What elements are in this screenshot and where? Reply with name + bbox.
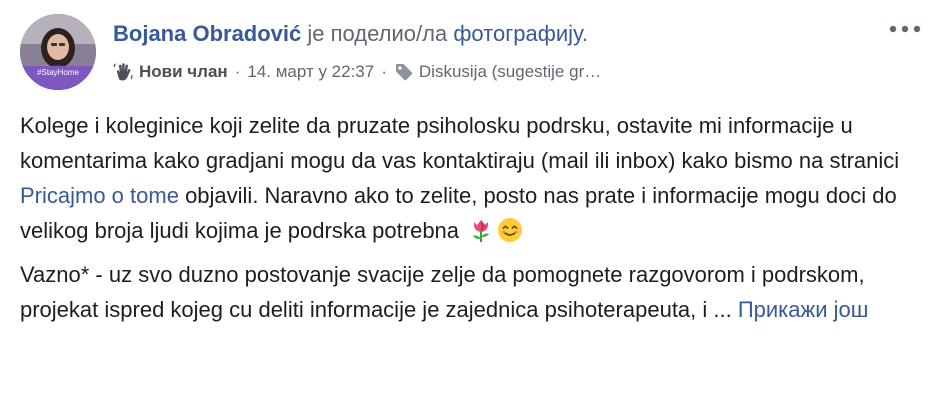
more-horizontal-icon[interactable] — [888, 22, 922, 36]
post-meta: Нови члан · 14. март у 22:37 · Diskusija… — [113, 60, 601, 84]
header-period: . — [581, 21, 588, 46]
post-body: Kolege i koleginice koji zelite da pruza… — [20, 108, 925, 336]
post-timestamp[interactable]: 14. март у 22:37 — [247, 60, 374, 84]
page-mention-link[interactable]: Pricajmo o tome — [20, 183, 179, 208]
post-paragraph-1: Kolege i koleginice koji zelite da pruza… — [20, 108, 925, 248]
post-topic-link[interactable]: Diskusija (sugestije gr… — [419, 60, 601, 84]
meta-separator: · — [234, 62, 241, 81]
post-paragraph-2: Vazno* - uz svo duzno postovanje svacije… — [20, 257, 925, 327]
post-action-text: је поделио/ла — [307, 21, 448, 46]
paragraph-1-text: Kolege i koleginice koji zelite da pruza… — [20, 113, 900, 173]
author-name-link[interactable]: Bojana Obradović — [113, 21, 301, 46]
feed-post: #StayHome Bojana Obradović је поделио/ла… — [0, 0, 940, 414]
waving-hand-icon — [113, 63, 133, 81]
tulip-emoji — [473, 220, 490, 242]
meta-separator: · — [381, 62, 387, 81]
author-avatar[interactable]: #StayHome — [20, 14, 96, 90]
avatar-frame-caption: #StayHome — [20, 66, 96, 90]
post-header: Bojana Obradović је поделио/ла фотографи… — [113, 20, 588, 48]
photo-link[interactable]: фотографију — [453, 21, 582, 46]
tag-icon — [395, 64, 413, 81]
smiling-face-emoji — [498, 218, 523, 242]
new-member-badge: Нови члан — [139, 62, 228, 81]
see-more-link[interactable]: Прикажи још — [738, 297, 869, 322]
